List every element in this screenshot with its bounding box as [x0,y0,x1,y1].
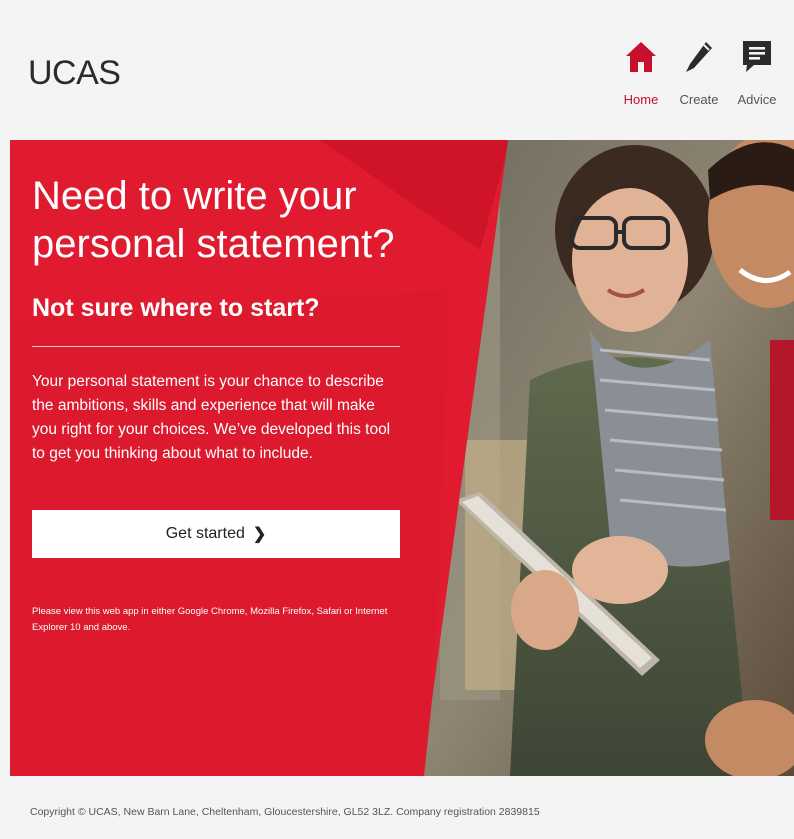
site-footer: Copyright © UCAS, New Barn Lane, Chelten… [0,776,794,839]
main-nav: Home Create Advice [610,38,784,107]
get-started-button[interactable]: Get started ❯ [32,510,400,558]
hero-description: Your personal statement is your chance t… [32,373,391,462]
nav-item-home[interactable]: Home [614,38,668,107]
speech-bubble-icon [743,41,771,72]
hero-banner: Need to write your personal statement? N… [10,140,794,776]
nav-label-create: Create [679,92,719,107]
nav-label-home: Home [623,92,659,107]
site-header: UCAS Home Create Advice [0,0,794,140]
hero-subtitle: Not sure where to start? [32,294,320,322]
copyright-text: Copyright © UCAS, New Barn Lane, Chelten… [30,806,540,818]
nav-item-create[interactable]: Create [672,38,726,107]
nav-label-advice: Advice [737,92,777,107]
nav-item-advice[interactable]: Advice [730,38,784,107]
ucas-logo[interactable]: UCAS [28,54,121,93]
chevron-right-icon: ❯ [252,526,267,543]
pencil-icon [686,42,712,72]
get-started-label: Get started [165,525,245,542]
browser-support-note: Please view this web app in either Googl… [32,606,388,633]
home-icon [626,42,656,72]
hero-divider [32,346,400,347]
hero-title: Need to write your personal statement? [32,174,395,266]
